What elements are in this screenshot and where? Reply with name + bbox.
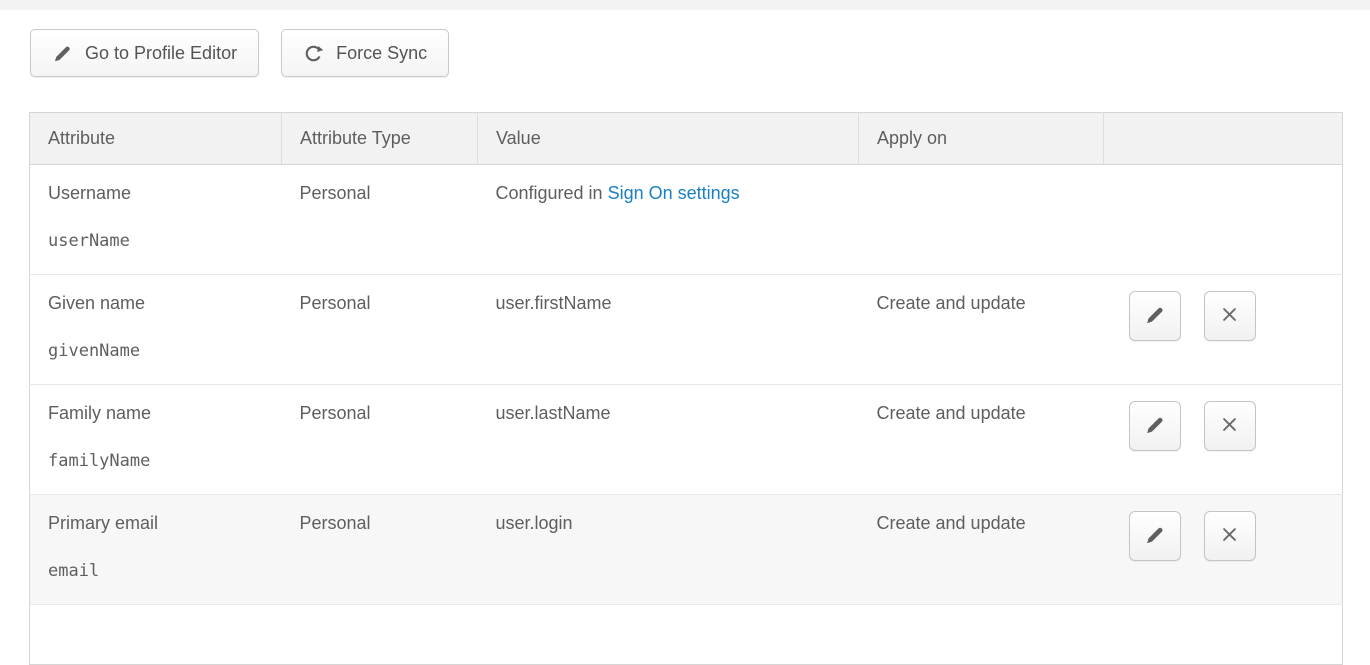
pencil-icon (1144, 304, 1166, 329)
attribute-label: Primary email (48, 513, 264, 535)
top-strip (0, 0, 1370, 10)
attribute-label: Family name (48, 403, 264, 425)
toolbar: Go to Profile Editor Force Sync (30, 29, 1370, 77)
column-header-actions (1104, 113, 1343, 165)
actions-cell (1104, 495, 1343, 605)
column-header-value: Value (478, 113, 859, 165)
attribute-cell: Given name givenName (30, 275, 282, 385)
force-sync-label: Force Sync (336, 43, 427, 64)
attribute-variable-name: userName (48, 231, 264, 251)
attribute-cell: Primary email email (30, 495, 282, 605)
column-header-attribute: Attribute (30, 113, 282, 165)
pencil-icon (1144, 414, 1166, 439)
sync-icon (303, 43, 324, 64)
force-sync-button[interactable]: Force Sync (281, 29, 449, 77)
edit-attribute-button[interactable] (1129, 511, 1181, 561)
attribute-variable-name: familyName (48, 451, 264, 471)
column-header-apply-on: Apply on (859, 113, 1104, 165)
value-text: Configured in (496, 183, 608, 203)
x-icon (1219, 304, 1240, 328)
value-cell: user.lastName (478, 385, 859, 495)
table-row-given-name: Given name givenName Personal user.first… (30, 275, 1343, 385)
attribute-variable-name: givenName (48, 341, 264, 361)
attribute-mappings-table: Attribute Attribute Type Value Apply on … (29, 112, 1343, 665)
attribute-label: Username (48, 183, 264, 205)
attribute-type-cell: Personal (282, 165, 478, 275)
attribute-label: Given name (48, 293, 264, 315)
empty-cell (30, 605, 1343, 665)
value-cell: user.firstName (478, 275, 859, 385)
edit-attribute-button[interactable] (1129, 291, 1181, 341)
apply-on-cell: Create and update (859, 495, 1104, 605)
edit-attribute-button[interactable] (1129, 401, 1181, 451)
table-header-row: Attribute Attribute Type Value Apply on (30, 113, 1343, 165)
delete-attribute-button[interactable] (1204, 511, 1256, 561)
sign-on-settings-link[interactable]: Sign On settings (608, 183, 740, 203)
value-cell: Configured in Sign On settings (478, 165, 859, 275)
column-header-attribute-type: Attribute Type (282, 113, 478, 165)
table-row-username: Username userName Personal Configured in… (30, 165, 1343, 275)
attribute-type-cell: Personal (282, 385, 478, 495)
apply-on-cell: Create and update (859, 385, 1104, 495)
go-to-profile-editor-button[interactable]: Go to Profile Editor (30, 29, 259, 77)
attribute-variable-name: email (48, 561, 264, 581)
value-cell: user.login (478, 495, 859, 605)
pencil-icon (52, 43, 73, 64)
actions-cell (1104, 165, 1343, 275)
attribute-cell: Family name familyName (30, 385, 282, 495)
table-row-family-name: Family name familyName Personal user.las… (30, 385, 1343, 495)
apply-on-cell (859, 165, 1104, 275)
table-row-empty (30, 605, 1343, 665)
attribute-type-cell: Personal (282, 275, 478, 385)
attribute-type-cell: Personal (282, 495, 478, 605)
actions-cell (1104, 385, 1343, 495)
actions-cell (1104, 275, 1343, 385)
pencil-icon (1144, 524, 1166, 549)
delete-attribute-button[interactable] (1204, 401, 1256, 451)
delete-attribute-button[interactable] (1204, 291, 1256, 341)
table-row-primary-email: Primary email email Personal user.login … (30, 495, 1343, 605)
x-icon (1219, 524, 1240, 548)
go-to-profile-editor-label: Go to Profile Editor (85, 43, 237, 64)
x-icon (1219, 414, 1240, 438)
apply-on-cell: Create and update (859, 275, 1104, 385)
attribute-cell: Username userName (30, 165, 282, 275)
